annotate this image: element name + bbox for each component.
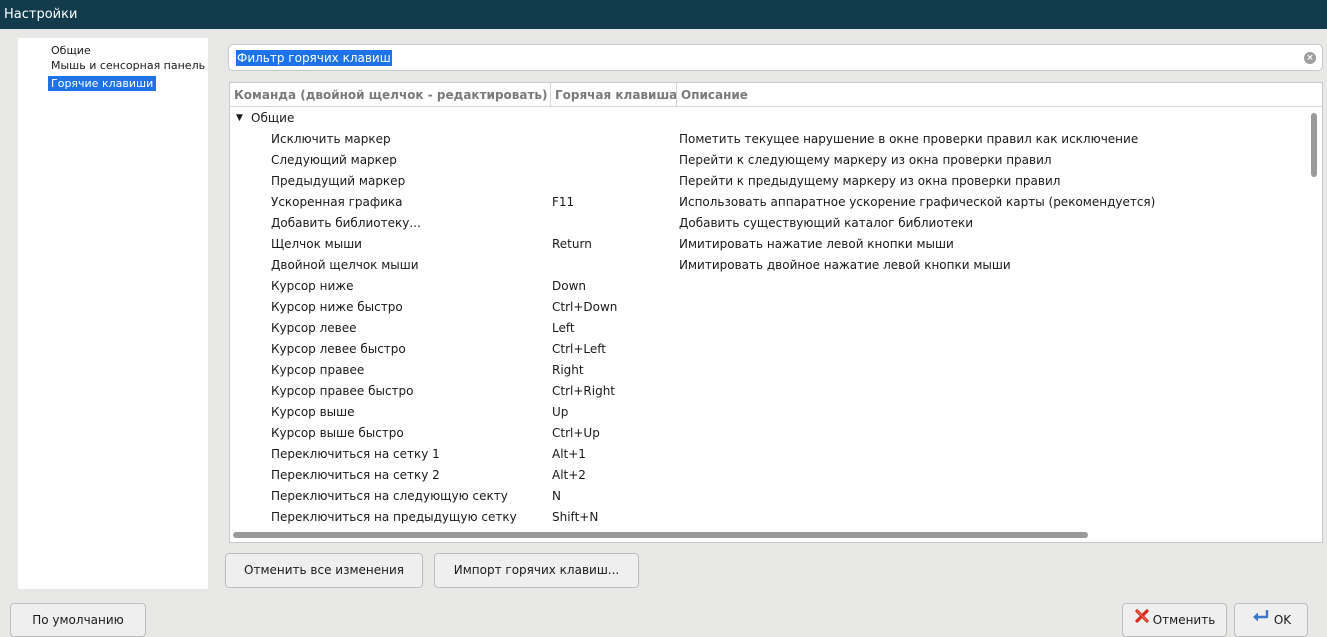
sidebar-item-mouse-touchpad[interactable]: Мышь и сенсорная панель xyxy=(48,58,208,73)
hotkey-cell: Right xyxy=(552,363,584,377)
command-cell: Добавить библиотеку... xyxy=(271,216,421,230)
table-row[interactable]: Переключиться на следующую секту N xyxy=(230,486,1306,507)
command-cell: Ускоренная графика xyxy=(271,195,403,209)
import-hotkeys-button[interactable]: Импорт горячих клавиш... xyxy=(434,553,639,588)
command-cell: Переключиться на сетку 2 xyxy=(271,468,440,482)
table-row[interactable]: Курсор левее Left xyxy=(230,318,1306,339)
table-row[interactable]: Щелчок мыши Return Имитировать нажатие лев… xyxy=(230,234,1306,255)
command-cell: Переключиться на предыдущую сетку xyxy=(271,510,517,524)
defaults-button[interactable]: По умолчанию xyxy=(10,603,146,637)
command-cell: Курсор выше xyxy=(271,405,355,419)
table-row[interactable]: Курсор выше быстро Ctrl+Up xyxy=(230,423,1306,444)
table-row[interactable]: Двойной щелчок мыши Имитировать двойное н… xyxy=(230,255,1306,276)
table-row[interactable]: Переключиться на предыдущую сетку Shift+N xyxy=(230,507,1306,528)
table-row[interactable]: Следующий маркер Перейти к следующему мар… xyxy=(230,150,1306,171)
hotkey-filter-value: Фильтр горячих клавиш xyxy=(236,50,392,66)
column-header-description[interactable]: Описание xyxy=(677,83,1322,107)
command-cell: Курсор левее быстро xyxy=(271,342,406,356)
clear-icon[interactable]: × xyxy=(1304,52,1316,64)
table-row[interactable]: Исключить маркер Пометить текущее нарушен… xyxy=(230,129,1306,150)
hotkey-cell: Ctrl+Down xyxy=(552,300,618,314)
table-body: ▼ Общие Исключить маркер Пометить текущее… xyxy=(230,108,1306,529)
hotkey-cell: Ctrl+Left xyxy=(552,342,606,356)
hotkey-cell: Ctrl+Up xyxy=(552,426,600,440)
ok-label: OK xyxy=(1273,613,1292,627)
hotkey-cell: Alt+1 xyxy=(552,447,586,461)
hotkey-cell: F11 xyxy=(552,195,575,209)
command-cell: Курсор правее xyxy=(271,363,365,377)
settings-sidebar: Общие Мышь и сенсорная панель Горячие кл… xyxy=(18,38,208,589)
import-hotkeys-label: Импорт горячих клавиш... xyxy=(453,563,620,577)
red-x-icon xyxy=(1134,604,1150,637)
window-title-bar: Настройки xyxy=(0,0,1327,29)
description-cell: Имитировать нажатие левой кнопки мыши xyxy=(679,237,954,251)
column-header-hotkey[interactable]: Горячая клавиша xyxy=(551,83,677,107)
hotkey-cell: Up xyxy=(552,405,569,419)
ok-button[interactable]: OK xyxy=(1234,603,1308,637)
hotkeys-table: Команда (двойной щелчок - редактировать)… xyxy=(229,82,1323,543)
enter-arrow-icon xyxy=(1251,604,1271,637)
vertical-scrollbar[interactable] xyxy=(1306,108,1322,529)
table-row[interactable]: Добавить библиотеку... Добавить существую… xyxy=(230,213,1306,234)
command-cell: Курсор ниже быстро xyxy=(271,300,403,314)
sidebar-item-hotkeys[interactable]: Горячие клавиши xyxy=(48,76,157,91)
hotkey-cell: Down xyxy=(552,279,587,293)
table-row[interactable]: Курсор правее Right xyxy=(230,360,1306,381)
description-cell: Имитировать двойное нажатие левой кнопки… xyxy=(679,258,1011,272)
horizontal-scrollbar-thumb[interactable] xyxy=(233,532,1088,538)
hotkey-cell: Ctrl+Right xyxy=(552,384,616,398)
triangle-down-icon[interactable]: ▼ xyxy=(236,108,243,129)
group-label: Общие xyxy=(251,111,295,125)
table-row[interactable]: Предыдущий маркер Перейти к предыдущему м… xyxy=(230,171,1306,192)
defaults-label: По умолчанию xyxy=(32,613,124,627)
window-title: Настройки xyxy=(4,7,78,22)
hotkey-cell: Left xyxy=(552,321,575,335)
command-cell: Курсор ниже xyxy=(271,279,354,293)
command-cell: Щелчок мыши xyxy=(271,237,362,251)
undo-all-changes-label: Отменить все изменения xyxy=(244,563,404,577)
command-cell: Исключить маркер xyxy=(271,132,391,146)
command-cell: Курсор правее быстро xyxy=(271,384,414,398)
column-header-command[interactable]: Команда (двойной щелчок - редактировать) xyxy=(230,83,551,107)
horizontal-scrollbar[interactable] xyxy=(230,528,1322,542)
hotkey-cell: N xyxy=(552,489,561,503)
command-cell: Двойной щелчок мыши xyxy=(271,258,419,272)
description-cell: Добавить существующий каталог библиотеки xyxy=(679,216,974,230)
command-cell: Переключиться на сетку 1 xyxy=(271,447,440,461)
command-cell: Следующий маркер xyxy=(271,153,397,167)
description-cell: Перейти к следующему маркеру из окна про… xyxy=(679,153,1052,167)
table-row[interactable]: Переключиться на сетку 2 Alt+2 xyxy=(230,465,1306,486)
table-row[interactable]: Курсор левее быстро Ctrl+Left xyxy=(230,339,1306,360)
command-cell: Курсор выше быстро xyxy=(271,426,404,440)
description-cell: Использовать аппаратное ускорение графич… xyxy=(679,195,1156,209)
group-row-general[interactable]: ▼ Общие xyxy=(230,108,1306,129)
table-row[interactable]: Переключиться на сетку 1 Alt+1 xyxy=(230,444,1306,465)
hotkey-cell: Alt+2 xyxy=(552,468,586,482)
undo-all-changes-button[interactable]: Отменить все изменения xyxy=(225,553,423,588)
table-row[interactable]: Курсор ниже быстро Ctrl+Down xyxy=(230,297,1306,318)
sidebar-item-general[interactable]: Общие xyxy=(48,43,94,58)
vertical-scrollbar-thumb[interactable] xyxy=(1311,113,1317,177)
table-row[interactable]: Курсор выше Up xyxy=(230,402,1306,423)
hotkey-cell: Return xyxy=(552,237,592,251)
table-row[interactable]: Курсор правее быстро Ctrl+Right xyxy=(230,381,1306,402)
command-cell: Предыдущий маркер xyxy=(271,174,406,188)
hotkey-cell: Shift+N xyxy=(552,510,599,524)
table-row[interactable]: Курсор ниже Down xyxy=(230,276,1306,297)
cancel-button[interactable]: Отменить xyxy=(1122,603,1227,637)
table-row[interactable]: Ускоренная графика F11 Использовать аппара… xyxy=(230,192,1306,213)
command-cell: Переключиться на следующую секту xyxy=(271,489,508,503)
hotkey-filter-input[interactable]: Фильтр горячих клавиш × xyxy=(228,44,1323,71)
command-cell: Курсор левее xyxy=(271,321,357,335)
cancel-label: Отменить xyxy=(1152,613,1216,627)
description-cell: Пометить текущее нарушение в окне провер… xyxy=(679,132,1139,146)
description-cell: Перейти к предыдущему маркеру из окна пр… xyxy=(679,174,1061,188)
table-header: Команда (двойной щелчок - редактировать)… xyxy=(230,83,1322,107)
